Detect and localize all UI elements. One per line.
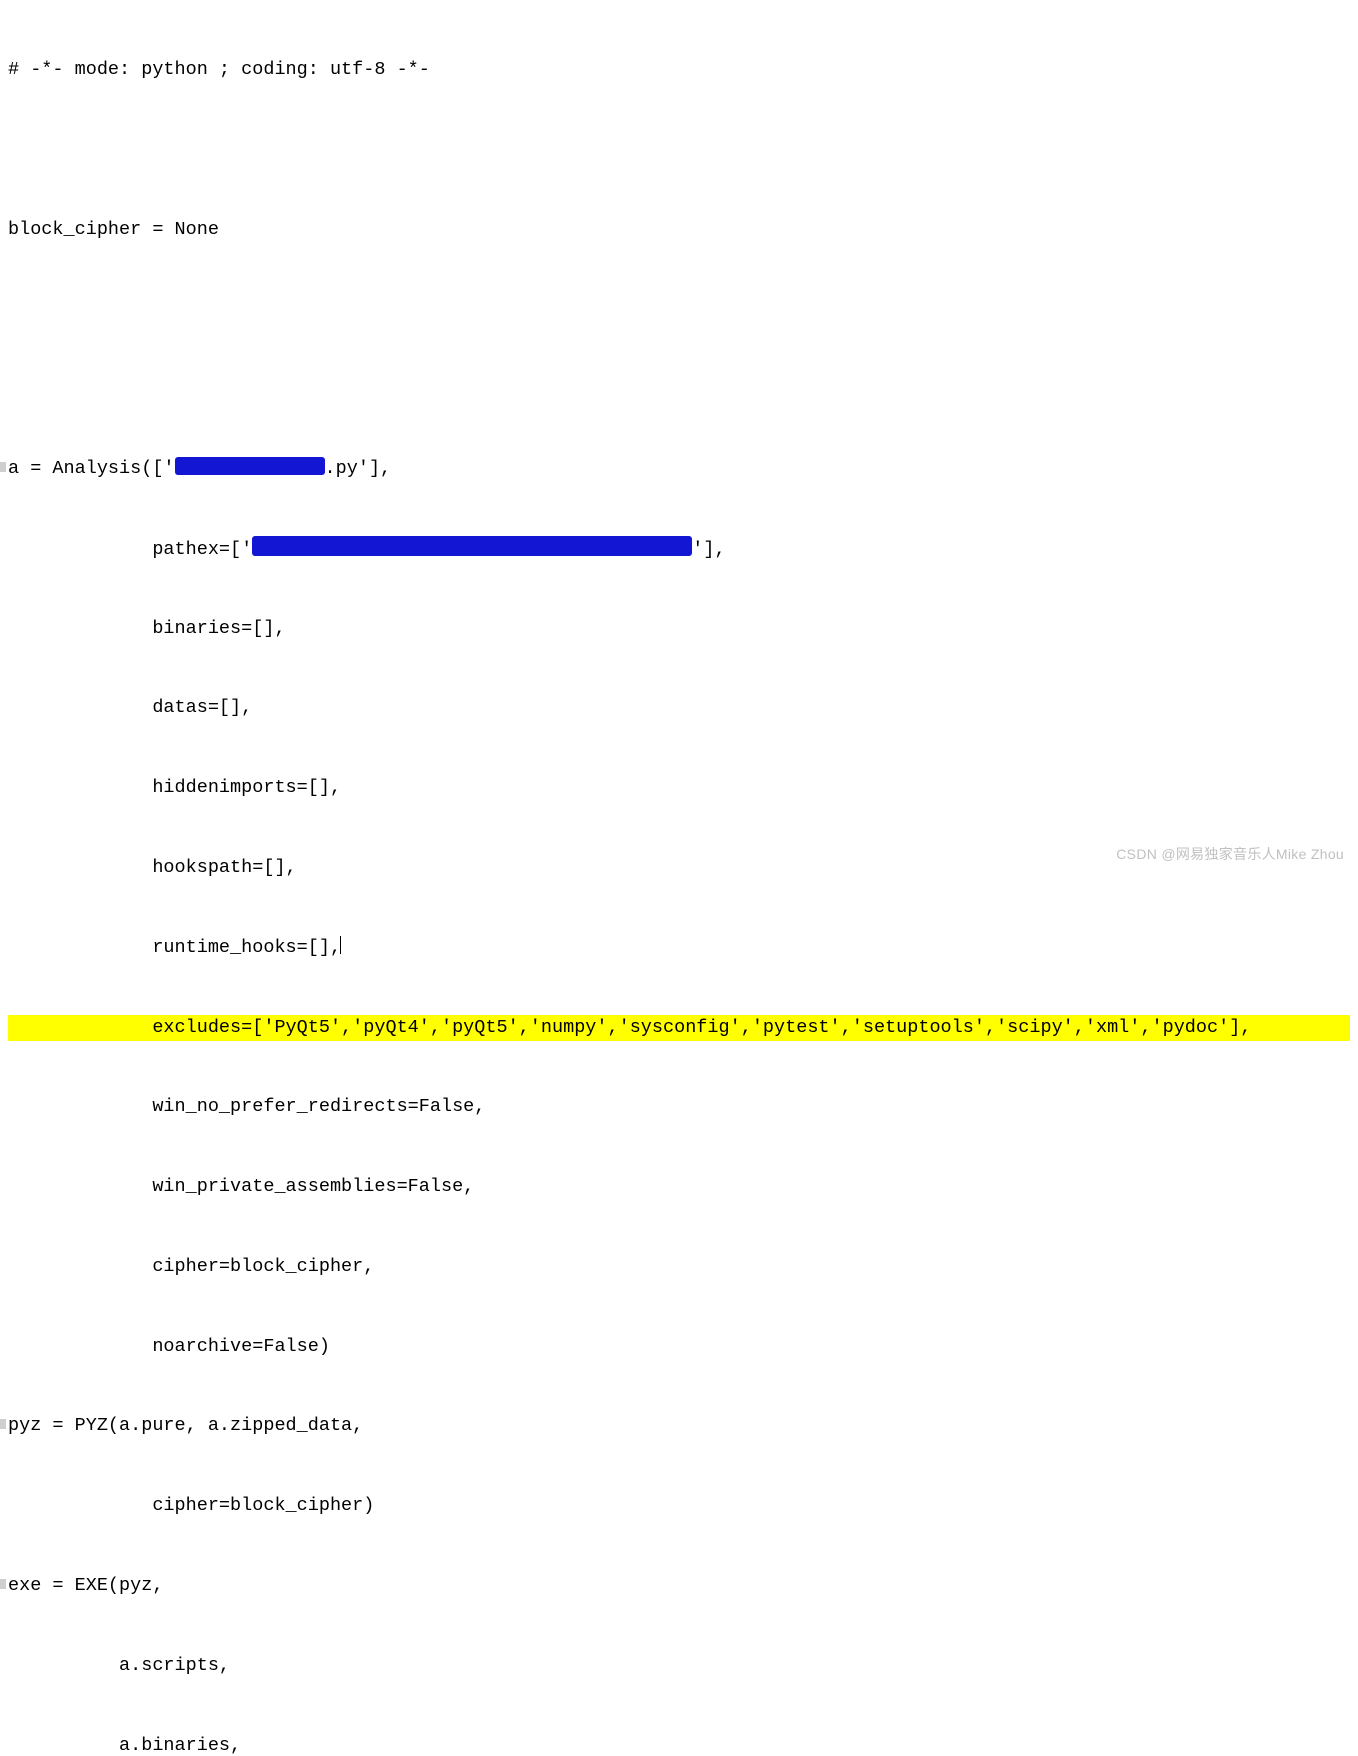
code-line: .py'], bbox=[325, 458, 392, 479]
code-line: cipher=block_cipher, bbox=[8, 1256, 374, 1277]
code-line: cipher=block_cipher) bbox=[8, 1495, 374, 1516]
redaction-mark bbox=[175, 457, 325, 475]
code-line: win_no_prefer_redirects=False, bbox=[8, 1096, 485, 1117]
code-line: exe = EXE(pyz, bbox=[8, 1575, 163, 1596]
code-line: noarchive=False) bbox=[8, 1336, 330, 1357]
code-line: excludes=['PyQt5','pyQt4','pyQt5','numpy… bbox=[8, 1017, 1251, 1038]
fold-marker-icon bbox=[0, 1419, 6, 1429]
highlighted-line: excludes=['PyQt5','pyQt4','pyQt5','numpy… bbox=[8, 1015, 1350, 1042]
code-line: hiddenimports=[], bbox=[8, 777, 341, 798]
code-line: pathex=[' bbox=[8, 539, 252, 560]
code-line: a.binaries, bbox=[8, 1735, 241, 1756]
code-line: '], bbox=[692, 539, 725, 560]
code-line: hookspath=[], bbox=[8, 857, 297, 878]
fold-marker-icon bbox=[0, 462, 6, 472]
code-block: # -*- mode: python ; coding: utf-8 -*- b… bbox=[8, 4, 1350, 1756]
code-line: a.scripts, bbox=[8, 1655, 230, 1676]
code-line: binaries=[], bbox=[8, 618, 286, 639]
redaction-mark bbox=[252, 536, 692, 556]
watermark-text: CSDN @网易独家音乐人Mike Zhou bbox=[1116, 841, 1344, 868]
code-line: a = Analysis([' bbox=[8, 458, 175, 479]
fold-marker-icon bbox=[0, 1579, 6, 1589]
text-cursor bbox=[340, 936, 341, 954]
code-line: block_cipher = None bbox=[8, 219, 219, 240]
code-line: win_private_assemblies=False, bbox=[8, 1176, 474, 1197]
code-line: # -*- mode: python ; coding: utf-8 -*- bbox=[8, 59, 430, 80]
code-line: pyz = PYZ(a.pure, a.zipped_data, bbox=[8, 1415, 363, 1436]
code-line: datas=[], bbox=[8, 697, 252, 718]
code-line: runtime_hooks=[], bbox=[8, 937, 341, 958]
